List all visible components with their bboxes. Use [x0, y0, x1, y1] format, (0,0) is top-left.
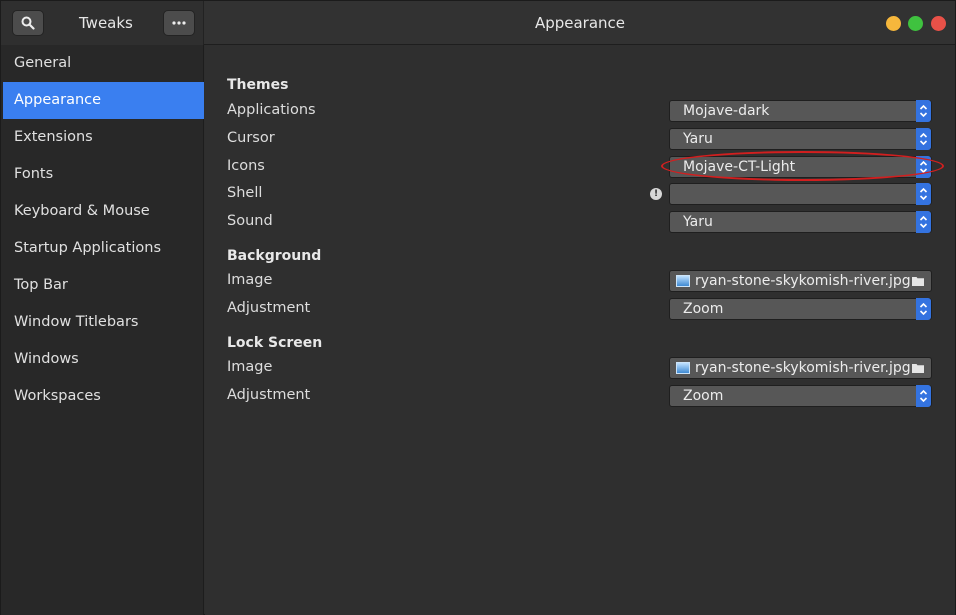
- sidebar-item-fonts[interactable]: Fonts: [3, 156, 204, 193]
- tweaks-window: Tweaks Appearance General Appearance Ext…: [0, 0, 956, 615]
- up-down-icon: [916, 100, 931, 122]
- highlight-ring: [661, 151, 944, 181]
- header-left-pane: Tweaks: [1, 1, 204, 45]
- lock-screen-adjustment-value: Zoom: [683, 388, 724, 404]
- lock-screen-adjustment-label: Adjustment: [227, 387, 311, 403]
- background-adjustment-combo[interactable]: Zoom: [669, 298, 932, 320]
- up-down-icon: [916, 128, 931, 150]
- close-button[interactable]: [931, 16, 946, 31]
- sidebar: General Appearance Extensions Fonts Keyb…: [1, 45, 204, 615]
- icons-label: Icons: [227, 158, 265, 174]
- folder-icon: [912, 277, 924, 286]
- sidebar-item-appearance[interactable]: Appearance: [3, 82, 204, 119]
- background-image-chooser[interactable]: ryan-stone-skykomish-river.jpg: [669, 270, 932, 292]
- applications-theme-value: Mojave-dark: [683, 103, 770, 119]
- background-image-value: ryan-stone-skykomish-river.jpg: [695, 273, 911, 289]
- up-down-icon: [916, 298, 931, 320]
- up-down-icon: [916, 385, 931, 407]
- header-bar: Tweaks Appearance: [1, 1, 955, 45]
- sidebar-item-keyboard-mouse[interactable]: Keyboard & Mouse: [3, 193, 204, 230]
- background-image-label: Image: [227, 272, 273, 288]
- cursor-theme-combo[interactable]: Yaru: [669, 128, 932, 150]
- applications-label: Applications: [227, 102, 316, 118]
- folder-icon: [912, 364, 924, 373]
- search-icon: [21, 16, 35, 30]
- applications-theme-combo[interactable]: Mojave-dark: [669, 100, 932, 122]
- image-thumbnail-icon: [676, 275, 690, 287]
- lock-screen-image-value: ryan-stone-skykomish-river.jpg: [695, 360, 911, 376]
- search-button[interactable]: [12, 10, 44, 36]
- sound-theme-value: Yaru: [683, 214, 713, 230]
- appearance-panel: Themes Applications Mojave-dark Cursor Y…: [205, 45, 955, 615]
- up-down-icon: [916, 183, 931, 205]
- sidebar-item-top-bar[interactable]: Top Bar: [3, 267, 204, 304]
- lock-screen-adjustment-combo[interactable]: Zoom: [669, 385, 932, 407]
- themes-heading: Themes: [227, 77, 289, 93]
- maximize-button[interactable]: [908, 16, 923, 31]
- menu-button[interactable]: [163, 10, 195, 36]
- warning-icon: !: [650, 188, 662, 200]
- sidebar-item-extensions[interactable]: Extensions: [3, 119, 204, 156]
- minimize-button[interactable]: [886, 16, 901, 31]
- cursor-theme-value: Yaru: [683, 131, 713, 147]
- more-icon: [172, 21, 186, 25]
- sidebar-item-startup-applications[interactable]: Startup Applications: [3, 230, 204, 267]
- lock-screen-heading: Lock Screen: [227, 335, 323, 351]
- app-title: Tweaks: [79, 14, 133, 32]
- sidebar-item-workspaces[interactable]: Workspaces: [3, 378, 204, 415]
- sidebar-item-window-titlebars[interactable]: Window Titlebars: [3, 304, 204, 341]
- sidebar-item-general[interactable]: General: [3, 45, 204, 82]
- shell-label: Shell: [227, 185, 263, 201]
- cursor-label: Cursor: [227, 130, 275, 146]
- up-down-icon: [916, 211, 931, 233]
- page-title: Appearance: [534, 14, 626, 32]
- shell-theme-combo[interactable]: [669, 183, 932, 205]
- sidebar-item-windows[interactable]: Windows: [3, 341, 204, 378]
- sound-label: Sound: [227, 213, 273, 229]
- image-thumbnail-icon: [676, 362, 690, 374]
- background-heading: Background: [227, 248, 322, 264]
- lock-screen-image-chooser[interactable]: ryan-stone-skykomish-river.jpg: [669, 357, 932, 379]
- sound-theme-combo[interactable]: Yaru: [669, 211, 932, 233]
- background-adjustment-value: Zoom: [683, 301, 724, 317]
- lock-screen-image-label: Image: [227, 359, 273, 375]
- background-adjustment-label: Adjustment: [227, 300, 311, 316]
